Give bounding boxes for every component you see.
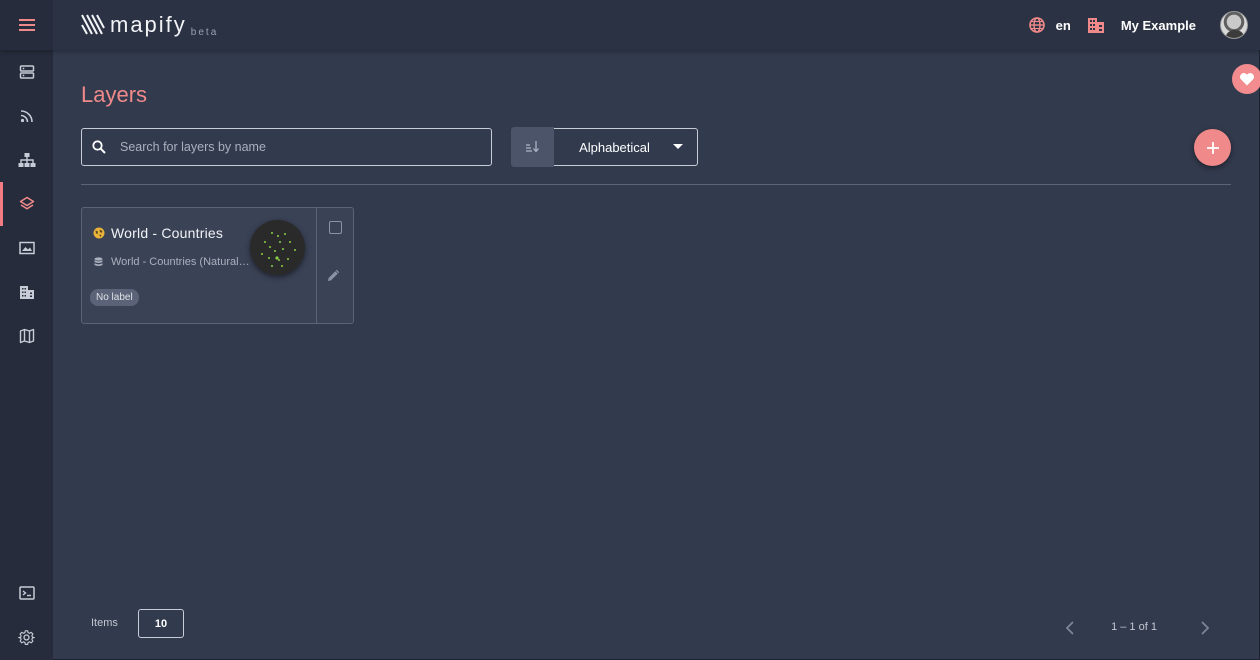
- menu-button[interactable]: [0, 0, 53, 50]
- app-logo[interactable]: mapify beta: [80, 10, 218, 40]
- sidebar-item-storage[interactable]: [0, 50, 53, 94]
- buildings-icon: [19, 286, 34, 299]
- sidebar-item-layers[interactable]: [0, 182, 53, 226]
- divider: [81, 184, 1231, 185]
- top-bar: mapify beta en My Example: [0, 0, 1260, 50]
- layer-source: World - Countries (Natural Earth): [111, 256, 251, 268]
- language-selector[interactable]: en: [1056, 18, 1071, 33]
- sidebar-item-images[interactable]: [0, 226, 53, 270]
- search-input[interactable]: [120, 140, 460, 154]
- heart-icon: [1240, 73, 1254, 86]
- settings-icon: [18, 629, 35, 645]
- hierarchy-icon: [18, 153, 35, 167]
- search-icon: [92, 140, 106, 154]
- window-frame: [0, 0, 1260, 660]
- sidebar-item-organizations[interactable]: [0, 270, 53, 314]
- add-layer-button[interactable]: [1194, 129, 1231, 166]
- layer-thumbnail-map: [261, 232, 296, 267]
- layer-select-checkbox[interactable]: [329, 221, 343, 234]
- layer-title: World - Countries: [111, 225, 224, 241]
- feedback-button[interactable]: [1232, 64, 1260, 94]
- chevron-left-icon[interactable]: [1063, 620, 1077, 636]
- sidebar-item-maps[interactable]: [0, 314, 53, 358]
- header-actions: en My Example: [1028, 0, 1248, 50]
- edit-pencil-icon[interactable]: [327, 268, 341, 282]
- sidebar-item-hierarchy[interactable]: [0, 138, 53, 182]
- terminal-icon: [18, 586, 35, 600]
- organization-icon[interactable]: [1087, 16, 1105, 34]
- layers-icon: [19, 196, 34, 210]
- sort-ascending-icon: [525, 141, 539, 153]
- sort-direction-button[interactable]: [511, 127, 554, 167]
- chevron-down-icon: [673, 144, 683, 149]
- sort-select[interactable]: Alphabetical: [554, 129, 697, 165]
- database-icon: [94, 257, 103, 267]
- layer-card-actions: [316, 208, 353, 323]
- logo-beta-badge: beta: [190, 26, 219, 38]
- sort-select-value: Alphabetical: [579, 139, 650, 155]
- layer-label-badge: No label: [90, 289, 139, 306]
- pagination-range: 1 – 1 of 1: [1111, 621, 1157, 633]
- layer-thumbnail: [250, 220, 305, 275]
- hamburger-menu-icon: [18, 19, 35, 31]
- sidebar-item-feeds[interactable]: [0, 94, 53, 138]
- sort-control: Alphabetical: [511, 127, 698, 167]
- layer-card-body[interactable]: World - Countries World - Countries (Nat…: [82, 208, 316, 323]
- world-layer-icon: [93, 227, 105, 239]
- sidebar: [0, 50, 53, 660]
- mapify-logo-icon: [81, 14, 105, 35]
- map-icon: [19, 328, 34, 344]
- organization-name[interactable]: My Example: [1121, 18, 1196, 33]
- page-title: Layers: [81, 82, 148, 107]
- layer-card[interactable]: World - Countries World - Countries (Nat…: [81, 207, 354, 324]
- items-per-page-select[interactable]: 10: [138, 609, 184, 638]
- logo-text: mapify: [110, 12, 187, 37]
- chevron-right-icon[interactable]: [1198, 620, 1212, 636]
- items-per-page-label: Items: [91, 617, 118, 629]
- rss-feed-icon: [20, 110, 33, 123]
- sidebar-item-settings[interactable]: [0, 615, 53, 659]
- sidebar-item-console[interactable]: [0, 571, 53, 615]
- plus-icon: [1206, 141, 1219, 154]
- storage-icon: [19, 65, 34, 79]
- globe-icon[interactable]: [1028, 16, 1046, 34]
- search-field[interactable]: [81, 128, 492, 166]
- image-icon: [18, 241, 35, 255]
- user-avatar[interactable]: [1220, 11, 1248, 39]
